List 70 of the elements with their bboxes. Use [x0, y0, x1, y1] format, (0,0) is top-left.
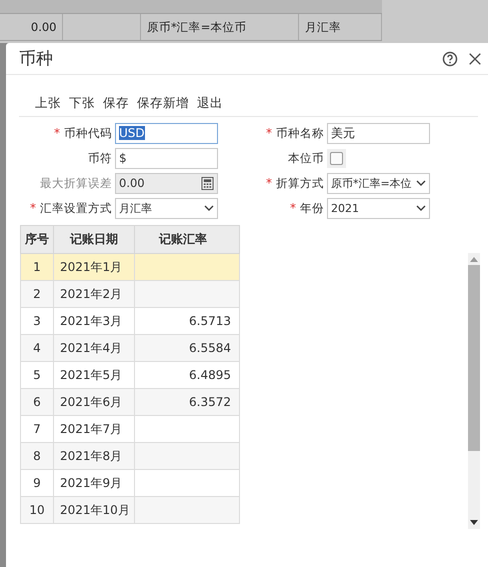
close-icon[interactable] — [468, 52, 482, 66]
toolbar-button[interactable]: 上张 — [32, 95, 64, 112]
table-row[interactable]: 6 2021年6月 6.3572 — [20, 388, 240, 416]
required-mark: * — [30, 201, 36, 215]
table-cell: 2 — [33, 287, 41, 301]
table-row[interactable]: 8 2021年8月 — [20, 442, 240, 470]
toolbar-button[interactable]: 下张 — [66, 95, 98, 112]
table-row[interactable]: 10 2021年10月 — [20, 496, 240, 524]
required-mark: * — [266, 126, 272, 140]
dropdown-field[interactable]: 2021 — [327, 198, 430, 218]
column-header: 序号 — [20, 226, 54, 254]
table-cell: 7 — [33, 422, 41, 436]
table-cell: 2021年2月 — [60, 286, 122, 300]
checkbox[interactable] — [330, 152, 343, 164]
vertical-scrollbar[interactable] — [468, 253, 480, 529]
table-cell: 2021年10月 — [60, 502, 130, 516]
table-cell: 9 — [33, 476, 41, 490]
table-cell: 5 — [33, 368, 41, 382]
table-cell: 2021年8月 — [60, 448, 122, 462]
dialog-title: 币种 — [19, 48, 54, 70]
table-cell: 2021年1月 — [60, 260, 122, 274]
column-header: 记账日期 — [54, 226, 134, 254]
field-label: 币种名称 — [276, 126, 324, 140]
required-mark: * — [54, 126, 60, 140]
chevron-down-icon — [204, 205, 214, 211]
field-label: 最大折算误差 — [40, 176, 112, 190]
table-cell: 2021年5月 — [60, 368, 122, 382]
help-icon[interactable] — [442, 50, 458, 66]
column-header: 记账汇率 — [134, 226, 240, 254]
required-mark: * — [290, 201, 296, 215]
field-label: 币符 — [88, 150, 112, 166]
table-cell: 2021年3月 — [60, 314, 122, 328]
toolbar-button[interactable]: 退出 — [194, 95, 226, 112]
scrollbar-thumb[interactable] — [468, 265, 480, 451]
dropdown-field[interactable]: 原币*汇率=本位 — [327, 172, 430, 194]
table-cell: 6.4895 — [189, 368, 231, 382]
table-row[interactable]: 1 2021年1月 — [20, 254, 240, 280]
field-label: 年份 — [300, 200, 324, 216]
table-row[interactable]: 2 2021年2月 — [20, 280, 240, 308]
text-field[interactable]: $ — [115, 148, 218, 168]
table-cell: 月汇率 — [304, 20, 341, 34]
table-cell: 6.5713 — [189, 314, 231, 328]
text-field[interactable]: 美元 — [327, 122, 430, 144]
chevron-down-icon — [416, 180, 426, 186]
table-row[interactable]: 4 2021年4月 6.5584 — [20, 334, 240, 362]
field-label: 币种代码 — [64, 126, 112, 140]
table-cell: 8 — [33, 449, 41, 463]
required-mark: * — [266, 176, 272, 190]
table-cell: 6 — [33, 395, 41, 409]
field-label: 折算方式 — [276, 176, 324, 190]
text-field[interactable]: USD — [115, 122, 218, 144]
field-label: 汇率设置方式 — [40, 200, 112, 216]
chevron-down-icon — [416, 205, 426, 211]
toolbar-button[interactable]: 保存 — [100, 95, 132, 112]
table-cell: 原币*汇率=本位币 — [146, 20, 246, 34]
table-cell: 4 — [33, 341, 41, 355]
table-cell: 6.5584 — [189, 341, 231, 355]
field-label: 本位币 — [288, 150, 324, 166]
table-cell: 3 — [33, 314, 41, 328]
dropdown-field[interactable]: 月汇率 — [115, 198, 218, 218]
table-cell: 10 — [29, 503, 45, 517]
table-cell: 2021年7月 — [60, 422, 122, 436]
table-cell: 1 — [33, 260, 41, 274]
table-cell: 2021年9月 — [60, 476, 122, 490]
toolbar-button[interactable]: 保存新增 — [134, 95, 192, 112]
table-cell: 2021年4月 — [60, 340, 122, 354]
table-cell: 6.3572 — [189, 395, 231, 409]
table-cell: 0.00 — [30, 20, 56, 34]
scroll-down-icon[interactable] — [470, 520, 478, 525]
table-cell: 2021年6月 — [60, 394, 122, 408]
